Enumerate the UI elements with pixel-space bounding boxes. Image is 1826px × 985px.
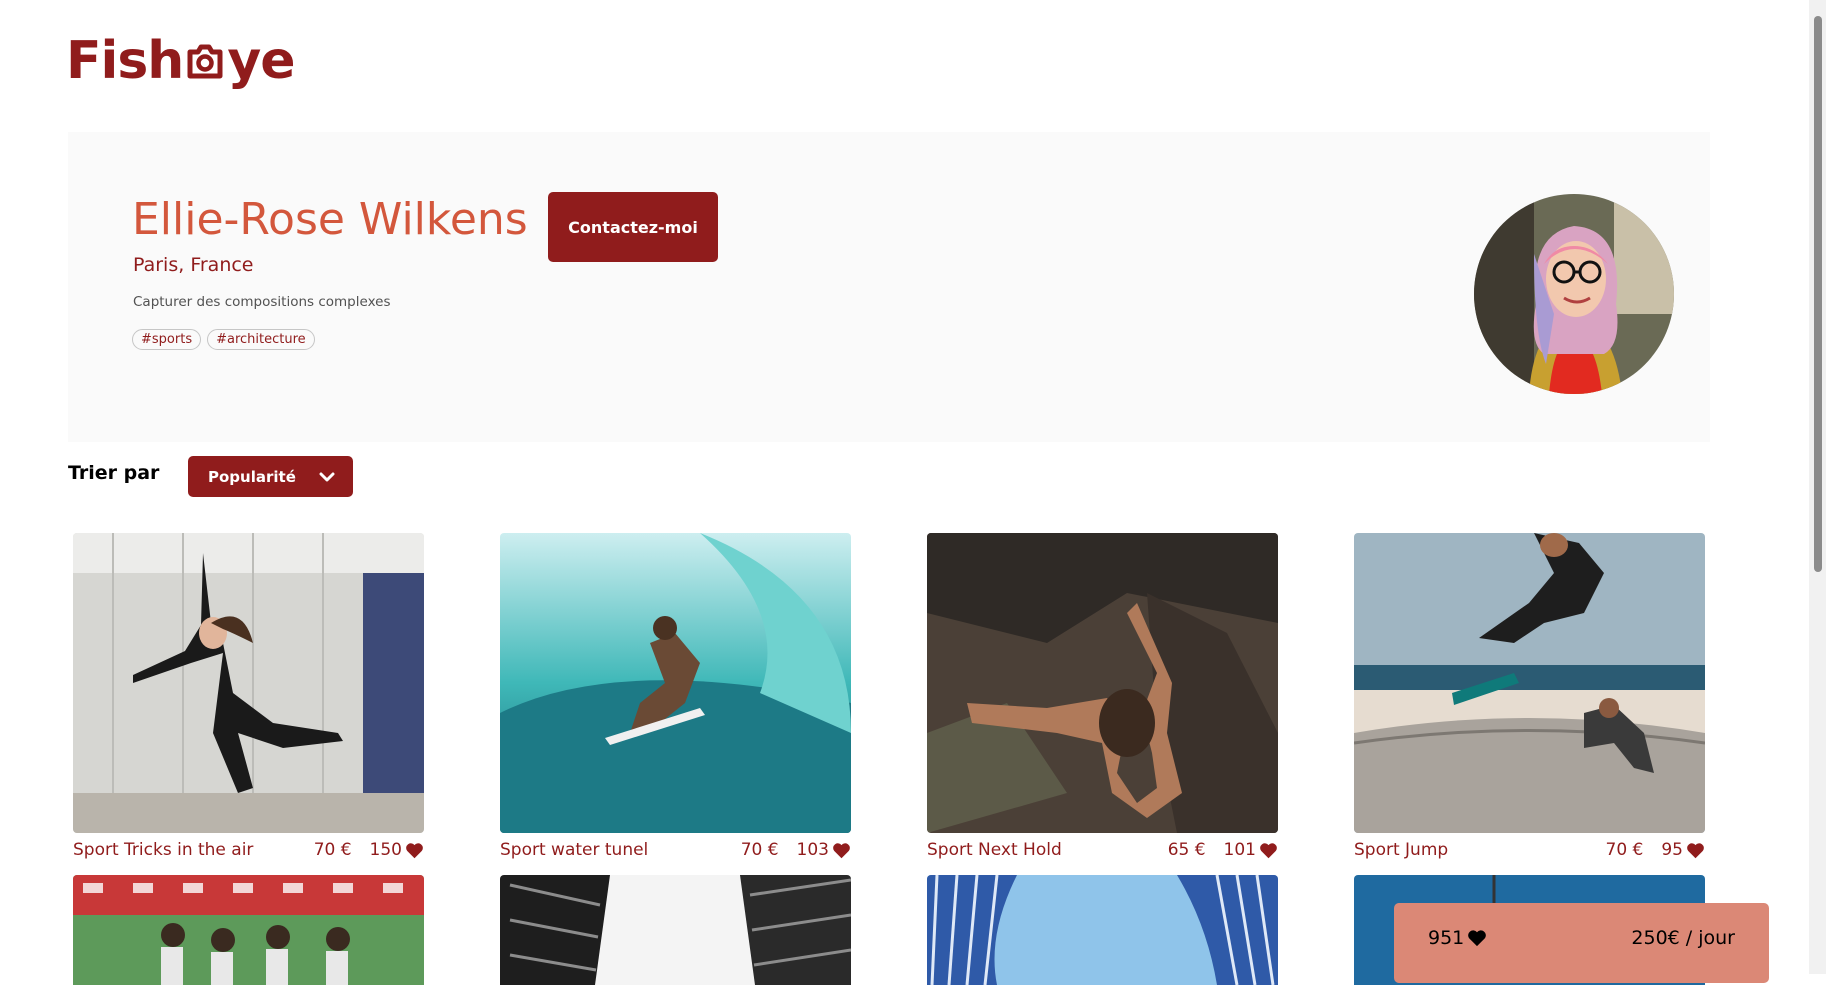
sort-selected-value: Popularité: [208, 467, 296, 486]
tag-architecture[interactable]: #architecture: [207, 329, 315, 350]
heart-icon[interactable]: [405, 842, 424, 859]
media-price: 65 €: [1167, 840, 1206, 860]
daily-rate: 250€ / jour: [1631, 927, 1735, 949]
total-likes-count: 951: [1428, 927, 1465, 949]
like-counter[interactable]: 103: [797, 840, 851, 860]
media-price: 70 €: [1605, 840, 1644, 860]
sort-label: Trier par: [68, 462, 160, 484]
like-counter[interactable]: 150: [370, 840, 424, 860]
media-image[interactable]: [1354, 533, 1705, 833]
media-image[interactable]: [500, 533, 851, 833]
like-counter[interactable]: 95: [1661, 840, 1705, 860]
media-image[interactable]: [927, 875, 1278, 985]
media-image[interactable]: [73, 875, 424, 985]
photographer-avatar: [1474, 194, 1674, 394]
media-card[interactable]: Sport Jump 70 € 95: [1354, 533, 1705, 867]
heart-icon: [1468, 930, 1487, 947]
stats-bar: 951 250€ / jour: [1394, 903, 1769, 983]
media-image[interactable]: [500, 875, 851, 985]
heart-icon[interactable]: [1259, 842, 1278, 859]
like-count: 150: [369, 840, 402, 860]
like-counter[interactable]: 101: [1224, 840, 1278, 860]
media-title: Sport Next Hold: [927, 840, 1062, 860]
page-scrollbar[interactable]: [1809, 0, 1826, 974]
tag-list: #sports #architecture: [132, 329, 315, 350]
photographer-name: Ellie-Rose Wilkens: [132, 194, 528, 245]
like-count: 95: [1661, 840, 1683, 860]
chevron-down-icon: [319, 472, 335, 481]
media-price: 70 €: [313, 840, 352, 860]
media-title: Sport Jump: [1354, 840, 1449, 860]
camera-icon: [187, 44, 223, 79]
fisheye-logo[interactable]: Fish ye: [66, 30, 296, 92]
logo-text-left: Fish: [66, 31, 184, 91]
heart-icon[interactable]: [1686, 842, 1705, 859]
photographer-header: Ellie-Rose Wilkens Paris, France Capture…: [68, 132, 1710, 442]
media-card[interactable]: Sport water tunel 70 € 103: [500, 533, 851, 867]
contact-button[interactable]: Contactez-moi: [548, 192, 718, 262]
total-likes: 951: [1428, 927, 1487, 949]
media-card[interactable]: Sport Next Hold 65 € 101: [927, 533, 1278, 867]
media-image[interactable]: [927, 533, 1278, 833]
media-image[interactable]: [73, 533, 424, 833]
sort-dropdown[interactable]: Popularité: [188, 456, 353, 497]
media-title: Sport water tunel: [500, 840, 649, 860]
media-price: 70 €: [740, 840, 779, 860]
photographer-location: Paris, France: [133, 254, 254, 276]
media-card[interactable]: Sport Tricks in the air 70 € 150: [73, 533, 424, 867]
logo-text-right: ye: [227, 31, 295, 91]
heart-icon[interactable]: [832, 842, 851, 859]
like-count: 103: [796, 840, 829, 860]
like-count: 101: [1223, 840, 1256, 860]
media-title: Sport Tricks in the air: [73, 840, 254, 860]
photographer-tagline: Capturer des compositions complexes: [133, 294, 391, 310]
tag-sports[interactable]: #sports: [132, 329, 202, 350]
scrollbar-thumb[interactable]: [1814, 16, 1822, 572]
